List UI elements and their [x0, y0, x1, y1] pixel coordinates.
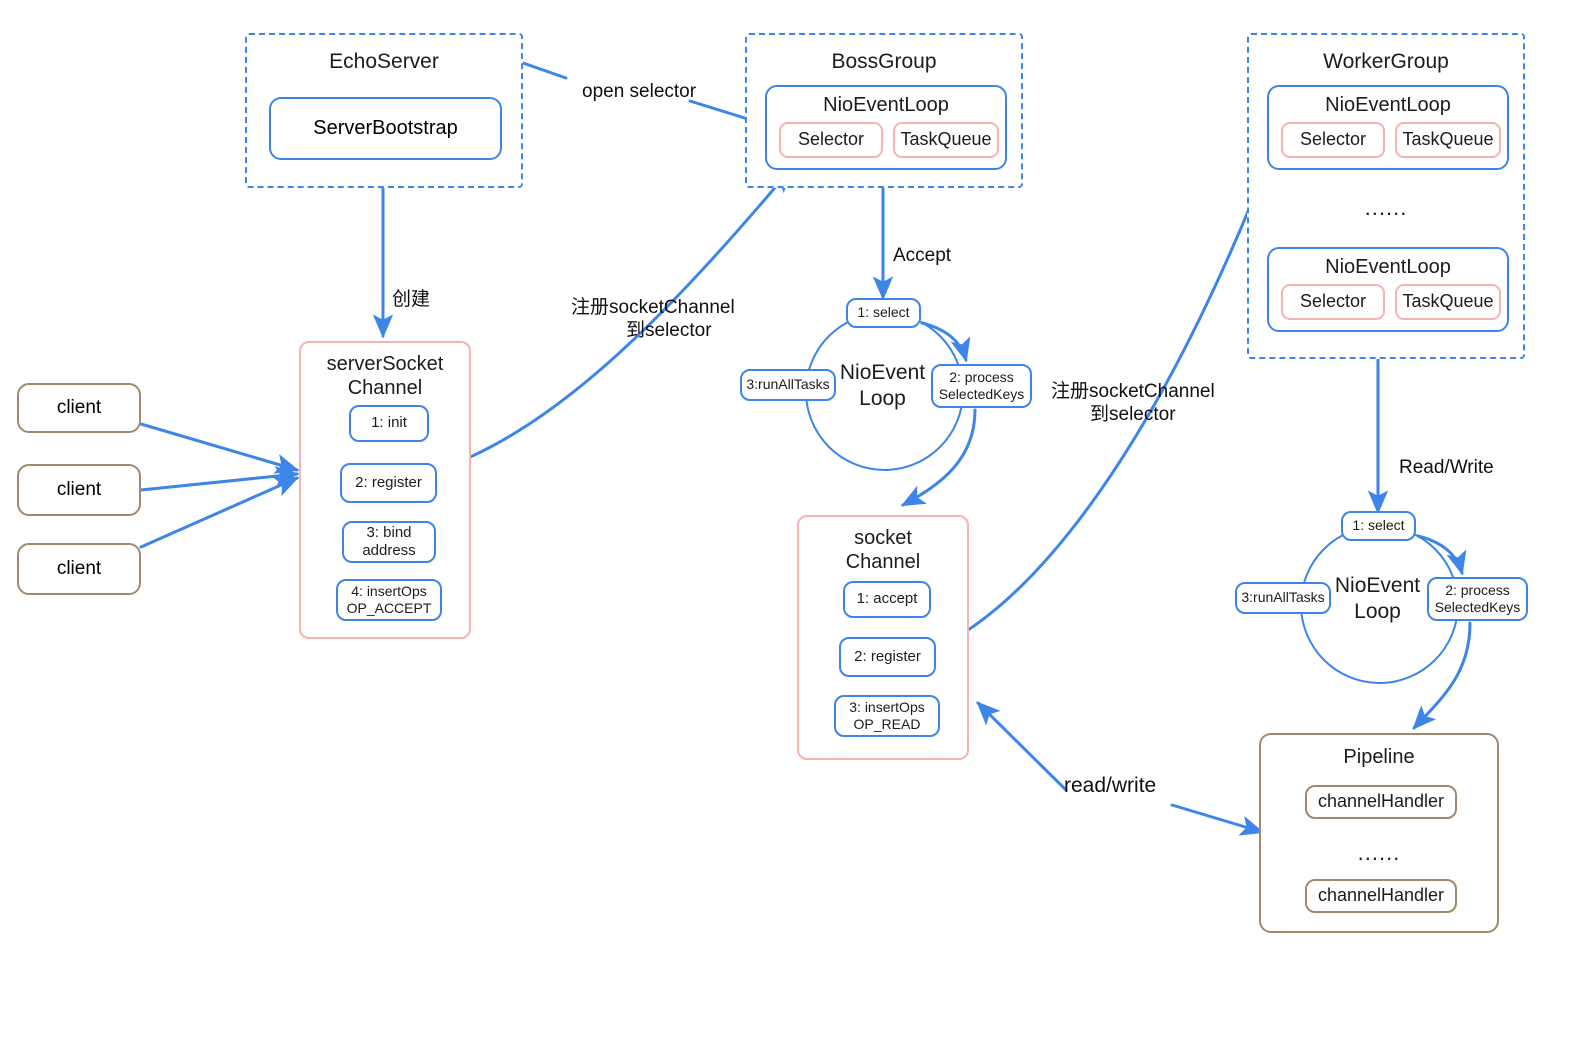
label-register-socketchannel-worker-line2: 到selector	[1090, 404, 1176, 425]
sc-step-3[interactable]: 3: insertOps OP_READ	[834, 695, 940, 737]
serverbootstrap-box[interactable]: ServerBootstrap	[269, 97, 502, 160]
label-accept: Accept	[893, 245, 952, 266]
sc-step-1-label: 1: accept	[856, 590, 918, 608]
pipeline-handler-2[interactable]: channelHandler	[1305, 879, 1457, 913]
socketchannel-title-line1: socket	[854, 527, 912, 549]
boss-cycle-process-line2: SelectedKeys	[938, 386, 1025, 402]
sc-step-3-label-line2: OP_READ	[853, 716, 921, 732]
echoserver-group[interactable]: EchoServer ServerBootstrap	[245, 33, 523, 188]
worker-selector-chip-2[interactable]: Selector	[1281, 284, 1385, 320]
serversocketchannel-box[interactable]: serverSocket Channel 1: init 2: register…	[299, 341, 471, 639]
ssc-step-3[interactable]: 3: bind address	[342, 521, 436, 563]
worker-taskqueue-label-2: TaskQueue	[1402, 291, 1494, 312]
client-box-1[interactable]: client	[17, 383, 141, 433]
sc-step-1[interactable]: 1: accept	[843, 581, 931, 618]
client-label-1: client	[56, 397, 102, 419]
boss-cycle-process-line1: 2: process	[949, 368, 1014, 385]
worker-cycle-runalltasks[interactable]: 3:runAllTasks	[1235, 582, 1331, 614]
label-read-write-lower: read/write	[1064, 774, 1157, 797]
client-box-2[interactable]: client	[17, 464, 141, 516]
edge-pipeline-read-write-to-socketchannel	[976, 701, 1068, 792]
worker-nioeventloop-box-2[interactable]: NioEventLoop Selector TaskQueue	[1267, 247, 1509, 332]
boss-selector-chip[interactable]: Selector	[779, 122, 883, 158]
pipeline-handler-1-label: channelHandler	[1317, 791, 1445, 812]
boss-cycle-select-label: 1: select	[857, 304, 910, 321]
boss-cycle-process[interactable]: 2: process SelectedKeys	[931, 364, 1032, 408]
boss-nioeventloop-title: NioEventLoop	[823, 94, 949, 116]
label-create: 创建	[392, 289, 431, 310]
client-box-3[interactable]: client	[17, 543, 141, 595]
sc-step-2-label: 2: register	[854, 647, 921, 665]
serversocketchannel-title-line2: Channel	[347, 377, 423, 399]
sc-step-3-label-line1: 3: insertOps	[849, 698, 925, 715]
worker-selector-label-1: Selector	[1299, 129, 1367, 150]
worker-cycle-select[interactable]: 1: select	[1341, 511, 1416, 541]
edge-client3-to-channel	[139, 476, 300, 549]
worker-selector-label-2: Selector	[1299, 291, 1367, 312]
ssc-step-2[interactable]: 2: register	[340, 463, 437, 503]
ssc-step-3-label-line1: 3: bind	[366, 523, 412, 541]
worker-taskqueue-label-1: TaskQueue	[1402, 129, 1494, 150]
ssc-step-2-label: 2: register	[355, 473, 422, 491]
ssc-step-1-label: 1: init	[371, 414, 407, 432]
worker-taskqueue-chip-2[interactable]: TaskQueue	[1395, 284, 1501, 320]
pipeline-title: Pipeline	[1343, 746, 1415, 768]
pipeline-handler-1[interactable]: channelHandler	[1305, 785, 1457, 819]
ssc-step-4-label-line1: 4: insertOps	[351, 582, 427, 599]
edge-client1-to-channel	[139, 422, 300, 474]
socketchannel-title-line2: Channel	[845, 551, 921, 573]
worker-nioeventloop-box-1[interactable]: NioEventLoop Selector TaskQueue	[1267, 85, 1509, 170]
boss-taskqueue-label: TaskQueue	[900, 129, 992, 150]
serversocketchannel-title-line1: serverSocket	[326, 353, 444, 375]
workergroup-ellipsis: ......	[1364, 195, 1408, 220]
client-label-3: client	[56, 558, 102, 580]
label-register-socketchannel-boss-line1: 注册socketChannel	[571, 297, 735, 318]
echoserver-group-title: EchoServer	[329, 50, 439, 73]
worker-nioeventloop-title-1: NioEventLoop	[1325, 94, 1451, 116]
ssc-step-4-label-line2: OP_ACCEPT	[346, 600, 432, 616]
worker-nioeventloop-title-2: NioEventLoop	[1325, 256, 1451, 278]
boss-taskqueue-chip[interactable]: TaskQueue	[893, 122, 999, 158]
serverbootstrap-label: ServerBootstrap	[313, 117, 458, 140]
label-read-write-upper: Read/Write	[1399, 457, 1494, 478]
bossgroup-group[interactable]: BossGroup NioEventLoop Selector TaskQueu…	[745, 33, 1023, 188]
diagram-canvas: EchoServer ServerBootstrap BossGroup Nio…	[0, 0, 1582, 1062]
pipeline-ellipsis: ......	[1357, 840, 1401, 865]
bossgroup-group-title: BossGroup	[831, 50, 937, 73]
ssc-step-4[interactable]: 4: insertOps OP_ACCEPT	[336, 579, 442, 621]
worker-taskqueue-chip-1[interactable]: TaskQueue	[1395, 122, 1501, 158]
ssc-step-1[interactable]: 1: init	[349, 405, 429, 442]
worker-cycle-process-line2: SelectedKeys	[1434, 599, 1521, 615]
worker-cycle-process[interactable]: 2: process SelectedKeys	[1427, 577, 1528, 621]
worker-cycle-runalltasks-label: 3:runAllTasks	[1241, 589, 1325, 606]
workergroup-group-title: WorkerGroup	[1323, 50, 1449, 73]
client-label-2: client	[56, 479, 102, 501]
label-register-socketchannel-worker-line1: 注册socketChannel	[1051, 381, 1215, 402]
pipeline-handler-2-label: channelHandler	[1317, 885, 1445, 906]
ssc-step-3-label-line2: address	[362, 542, 416, 559]
boss-cycle-runalltasks-label: 3:runAllTasks	[746, 376, 830, 393]
workergroup-group[interactable]: WorkerGroup NioEventLoop Selector TaskQu…	[1247, 33, 1525, 359]
edge-client2-to-channel	[139, 466, 300, 492]
boss-cycle-select[interactable]: 1: select	[846, 298, 921, 328]
worker-cycle-process-line1: 2: process	[1445, 581, 1510, 598]
boss-selector-label: Selector	[797, 129, 865, 150]
edge-read-write-to-pipeline	[1170, 803, 1265, 836]
worker-cycle-select-label: 1: select	[1352, 517, 1405, 534]
pipeline-box[interactable]: Pipeline channelHandler ...... channelHa…	[1259, 733, 1499, 933]
boss-nioeventloop-box[interactable]: NioEventLoop Selector TaskQueue	[765, 85, 1007, 170]
sc-step-2[interactable]: 2: register	[839, 637, 936, 677]
label-register-socketchannel-boss-line2: 到selector	[626, 320, 712, 341]
label-open-selector: open selector	[582, 81, 697, 102]
socketchannel-box[interactable]: socket Channel 1: accept 2: register 3: …	[797, 515, 969, 760]
boss-cycle-runalltasks[interactable]: 3:runAllTasks	[740, 369, 836, 401]
worker-selector-chip-1[interactable]: Selector	[1281, 122, 1385, 158]
